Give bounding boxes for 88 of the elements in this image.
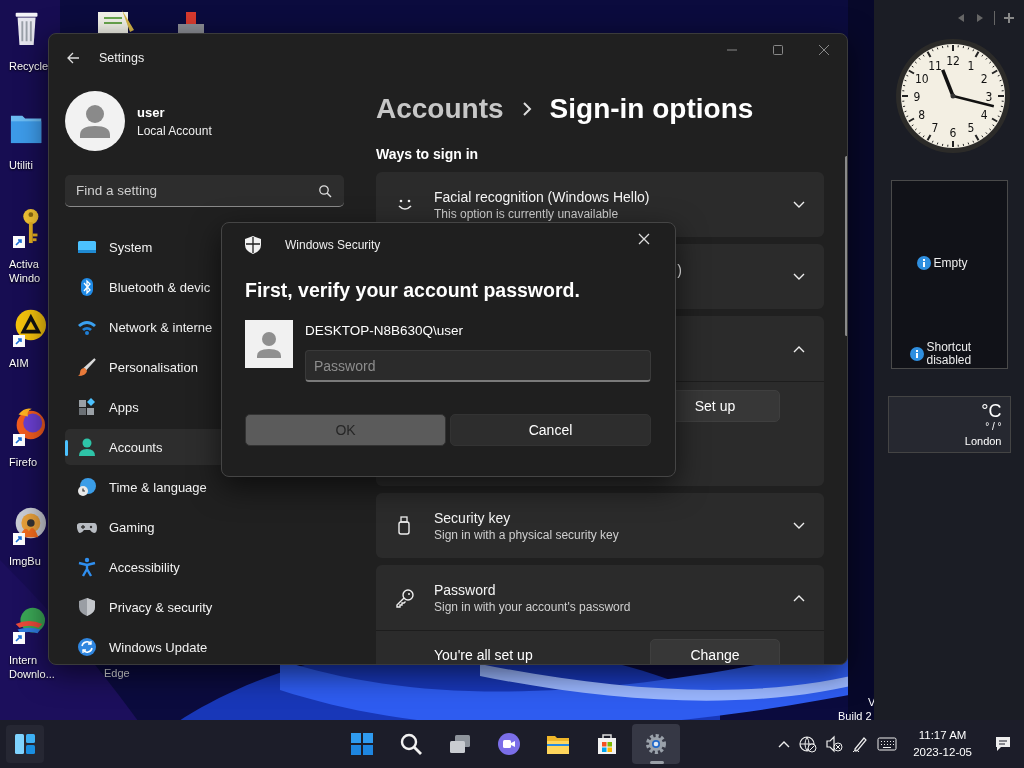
clock-numeral: 7 bbox=[931, 121, 939, 136]
option-description: This option is currently unavailable bbox=[434, 206, 620, 221]
gear-icon bbox=[644, 732, 668, 756]
nav-item[interactable]: Accessibility bbox=[65, 549, 344, 585]
clock-numeral: 4 bbox=[980, 108, 988, 122]
icon-label[interactable]: Intern bbox=[9, 653, 38, 667]
gadget-message: Empty bbox=[933, 256, 968, 270]
clock-numeral: 5 bbox=[967, 121, 975, 136]
widgets-button[interactable] bbox=[6, 725, 44, 763]
user-avatar-icon bbox=[245, 320, 293, 368]
video-chat-icon bbox=[497, 732, 521, 756]
dialog-heading: First, verify your account password. bbox=[245, 279, 581, 302]
dialog-title: Windows Security bbox=[285, 238, 381, 252]
globe-clock-icon bbox=[77, 477, 97, 497]
icon-label[interactable]: Firefo bbox=[9, 455, 38, 469]
temperature-unit: °C bbox=[980, 401, 1002, 421]
clock-numeral: 1 bbox=[967, 58, 975, 73]
clock-date[interactable]: 2023-12-05 bbox=[913, 744, 972, 761]
info-icon bbox=[916, 256, 931, 270]
option-description: Sign in with your account's password bbox=[434, 599, 632, 614]
notification-icon[interactable] bbox=[994, 735, 1012, 753]
close-icon[interactable] bbox=[637, 232, 651, 246]
widgets-icon bbox=[14, 733, 36, 755]
account-name: DESKTOP-N8B630Q\user bbox=[305, 323, 465, 338]
globe-icon[interactable] bbox=[799, 735, 818, 753]
windows-logo-icon bbox=[350, 732, 374, 756]
previous-icon[interactable] bbox=[956, 13, 966, 23]
system-text: Build 2 bbox=[838, 710, 872, 722]
task-view-icon bbox=[448, 732, 472, 756]
city-name: London bbox=[963, 435, 1002, 447]
page-title: Sign-in options bbox=[549, 93, 754, 125]
icon-label[interactable]: Windo bbox=[9, 271, 41, 285]
nav-item[interactable]: Windows Update bbox=[65, 629, 344, 664]
option-title: Password bbox=[434, 581, 497, 598]
speaker-muted-icon[interactable] bbox=[825, 735, 844, 753]
clock-numeral: 6 bbox=[949, 126, 957, 140]
clock-numeral: 8 bbox=[918, 108, 926, 122]
search-icon bbox=[318, 184, 332, 198]
icon-label[interactable]: ImgBu bbox=[9, 554, 41, 568]
info-icon bbox=[909, 347, 924, 361]
shield-icon bbox=[77, 597, 97, 617]
sync-icon bbox=[77, 637, 97, 657]
option-title: Facial recognition (Windows Hello) bbox=[434, 188, 651, 205]
avatar-icon bbox=[65, 91, 125, 151]
gadget-message: Shortcut disabled bbox=[926, 341, 973, 367]
icon-label[interactable]: Edge bbox=[104, 667, 130, 679]
search-field[interactable]: Find a setting bbox=[65, 175, 344, 207]
keyboard-icon[interactable] bbox=[877, 737, 898, 751]
cancel-button[interactable]: Cancel bbox=[450, 414, 651, 446]
key-icon bbox=[395, 587, 415, 608]
icon-label[interactable]: Activa bbox=[9, 257, 39, 271]
icon-label[interactable]: Utiliti bbox=[9, 158, 33, 172]
store-bag-icon bbox=[595, 732, 619, 756]
icon-label[interactable]: AIM bbox=[9, 356, 29, 370]
clock-numeral: 2 bbox=[980, 72, 988, 86]
status-text: You're all set up bbox=[434, 648, 533, 662]
nav-item[interactable]: Privacy & security bbox=[65, 589, 344, 625]
clock-numeral: 9 bbox=[913, 90, 921, 104]
account-type: Local Account bbox=[137, 123, 212, 138]
nav-item[interactable]: Gaming bbox=[65, 509, 344, 545]
accessibility-icon bbox=[77, 557, 97, 577]
clock-time[interactable]: 11:17 AM bbox=[913, 727, 972, 744]
search-icon bbox=[399, 732, 423, 756]
clock-numeral: 12 bbox=[946, 54, 960, 68]
clock-numeral: 11 bbox=[928, 58, 942, 73]
icon-label[interactable]: Downlo... bbox=[9, 667, 55, 681]
action-button[interactable]: Change bbox=[650, 639, 780, 664]
window-title: Settings bbox=[99, 51, 145, 65]
next-icon[interactable] bbox=[975, 13, 985, 23]
option-title: Security key bbox=[434, 509, 512, 526]
icon-label[interactable]: Recycle bbox=[9, 59, 49, 73]
apps-icon bbox=[77, 397, 97, 417]
section-heading: Ways to sign in bbox=[376, 146, 480, 162]
shield-icon bbox=[245, 236, 261, 254]
option-description: Sign in with a physical security key bbox=[434, 527, 620, 542]
clock-numeral: 3 bbox=[985, 90, 993, 104]
temperature-range: ° / ° bbox=[984, 421, 1002, 432]
breadcrumb-link[interactable]: Accounts bbox=[376, 93, 504, 125]
back-arrow-icon[interactable] bbox=[65, 50, 81, 66]
option-title: ) bbox=[676, 261, 682, 278]
app-icon[interactable] bbox=[176, 10, 206, 33]
clock-numeral: 10 bbox=[914, 72, 929, 86]
user-name: user bbox=[137, 104, 166, 120]
add-icon[interactable] bbox=[1004, 13, 1014, 23]
nav-item[interactable]: Time & language bbox=[65, 469, 344, 505]
person-icon bbox=[77, 437, 97, 457]
password-field[interactable]: Password bbox=[305, 350, 651, 382]
brush-icon bbox=[77, 357, 97, 377]
